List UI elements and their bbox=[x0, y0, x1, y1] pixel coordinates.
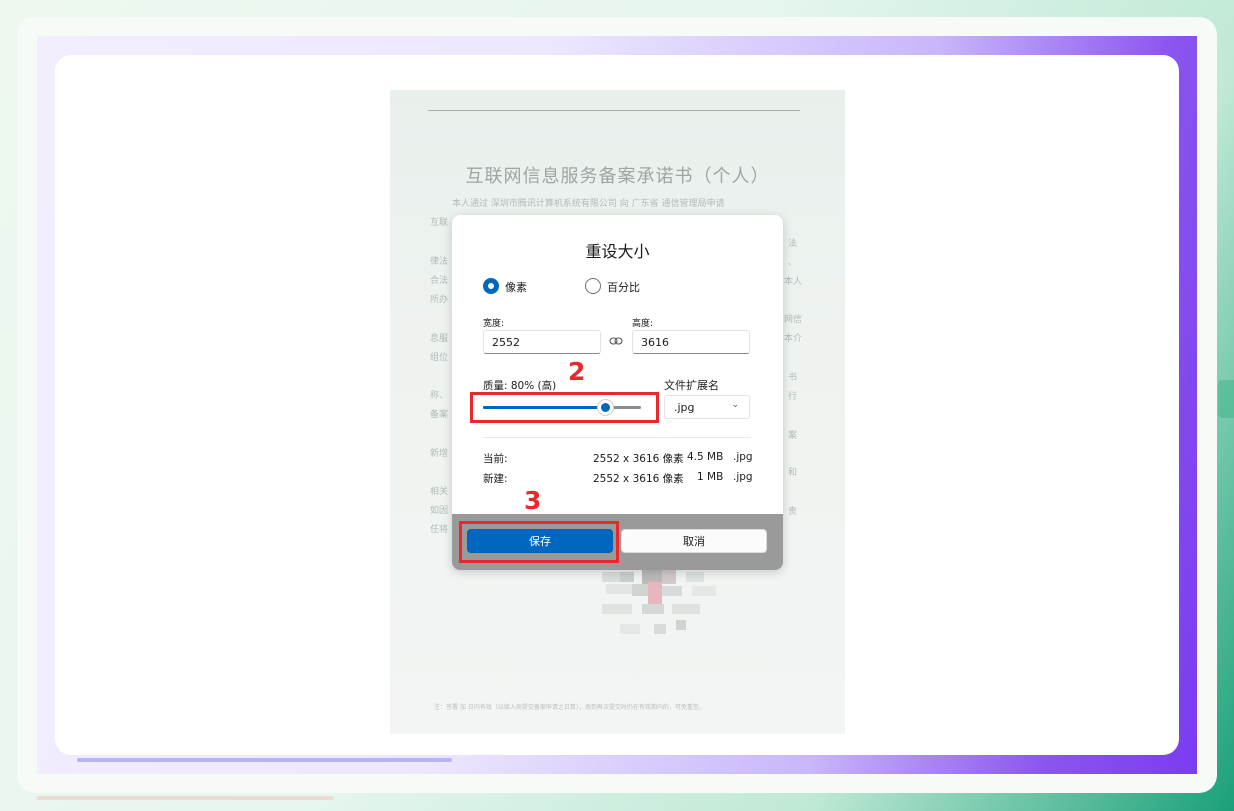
document-text-fragment: 合法 bbox=[430, 276, 449, 286]
format-select[interactable]: .jpg ⌄ bbox=[664, 395, 750, 419]
document-text-fragment: 任将 bbox=[430, 525, 449, 535]
document-text-fragment: 备案 bbox=[430, 410, 449, 420]
document-text-fragment: 网信 bbox=[784, 315, 803, 325]
radio-pixels-label[interactable]: 像素 bbox=[505, 279, 527, 295]
quality-label: 质量: 80% (高) bbox=[483, 380, 557, 392]
cancel-button[interactable]: 取消 bbox=[621, 529, 767, 553]
document-text-fragment: 和 bbox=[788, 468, 798, 478]
step-number-2: 2 bbox=[568, 357, 586, 386]
current-size: 4.5 MB bbox=[687, 451, 724, 463]
document-intro-line: 本人通过 深圳市腾讯计算机系统有限公司 向 广东省 通信管理局申请 bbox=[452, 199, 725, 209]
document-text-fragment: 所办 bbox=[430, 295, 449, 305]
highlight-box-save bbox=[459, 521, 619, 563]
document-text-fragment: 法 bbox=[788, 239, 798, 249]
document-text-fragment: 如因 bbox=[430, 506, 449, 516]
document-text-fragment: 案 bbox=[788, 431, 798, 441]
radio-percent-label[interactable]: 百分比 bbox=[607, 279, 640, 295]
document-text-fragment: 行 bbox=[788, 392, 798, 402]
document-text-fragment: 息服 bbox=[430, 334, 449, 344]
document-text-fragment: 律法 bbox=[430, 257, 449, 267]
document-text-fragment: 互联 bbox=[430, 218, 449, 228]
height-label: 高度: bbox=[632, 319, 654, 329]
new-dimensions: 2552 x 3616 像素 bbox=[593, 473, 684, 485]
dialog-title: 重设大小 bbox=[585, 242, 650, 261]
format-select-value: .jpg bbox=[674, 401, 695, 414]
document-text-fragment: 组位 bbox=[430, 353, 449, 363]
width-input[interactable] bbox=[483, 330, 601, 354]
decorative-strip bbox=[77, 758, 452, 762]
new-label: 新建: bbox=[483, 473, 508, 485]
radio-pixels[interactable] bbox=[483, 278, 499, 294]
chevron-down-icon: ⌄ bbox=[731, 400, 739, 410]
format-label: 文件扩展名 bbox=[664, 379, 719, 392]
width-label: 宽度: bbox=[483, 319, 505, 329]
chain-link-icon[interactable] bbox=[609, 336, 623, 346]
document-text-fragment: 、 bbox=[788, 258, 798, 268]
new-extension: .jpg bbox=[733, 471, 753, 483]
document-text-fragment: 责 bbox=[788, 507, 798, 517]
document-text-fragment: 称、 bbox=[430, 391, 449, 401]
decorative-strip bbox=[37, 796, 334, 800]
document-text-fragment: 相关 bbox=[430, 487, 449, 497]
step-number-3: 3 bbox=[524, 486, 542, 515]
document-text-fragment: 新增 bbox=[430, 449, 449, 459]
document-top-rule bbox=[428, 110, 800, 111]
document-text-fragment: 书 bbox=[788, 373, 798, 383]
current-extension: .jpg bbox=[733, 451, 753, 463]
decorative-knob bbox=[1218, 380, 1234, 418]
new-size: 1 MB bbox=[697, 471, 724, 483]
radio-percent[interactable] bbox=[585, 278, 601, 294]
height-input[interactable] bbox=[632, 330, 750, 354]
document-text-fragment: 本人 bbox=[784, 277, 803, 287]
document-title: 互联网信息服务备案承诺书（个人） bbox=[465, 166, 770, 187]
document-footer-note: 注：签署 加 日内有效（以接入商提交备案申请之日算），逾到再次提交时仍在有效期内… bbox=[434, 704, 705, 711]
highlight-box-quality bbox=[470, 392, 659, 423]
document-text-fragment: 本介 bbox=[784, 334, 803, 344]
current-dimensions: 2552 x 3616 像素 bbox=[593, 453, 684, 465]
divider bbox=[483, 437, 751, 438]
current-label: 当前: bbox=[483, 453, 508, 465]
